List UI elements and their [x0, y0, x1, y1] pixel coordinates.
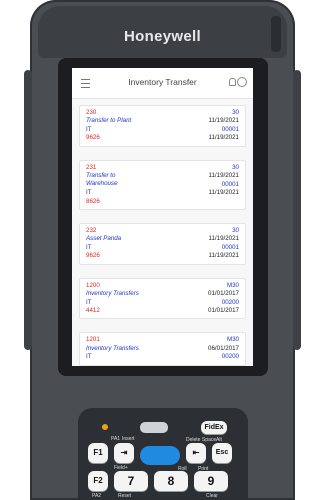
f2-key[interactable]: F2 — [88, 471, 108, 491]
transfer-card[interactable]: 1200 M30 Inventory Transfers 01/01/2017 IT… — [79, 277, 246, 320]
transfer-date-2: 11/19/2021 — [208, 252, 239, 260]
enter-nav-button[interactable] — [140, 446, 180, 465]
transfer-ref: 8626 — [86, 197, 100, 205]
bell-icon[interactable] — [229, 78, 236, 86]
transfer-qty: M30 — [226, 281, 239, 289]
transfer-date-2: 11/19/2021 — [208, 134, 239, 142]
scan-button[interactable] — [140, 422, 168, 433]
brand-logo: Honeywell — [124, 28, 201, 45]
tab-key[interactable]: ⇥ — [114, 443, 134, 463]
hardware-keypad: PA1 Insert FidEx Delete Space Alt F1 ⇥ F… — [78, 408, 248, 500]
transfer-date: 06/01/2017 — [208, 344, 239, 352]
transfer-card[interactable]: 1201 M30 Inventory Transfers 06/01/2017 IT… — [79, 332, 246, 366]
transfer-id: 232 — [86, 227, 97, 235]
transfer-card[interactable]: 230 30 Transfer to Plant 11/19/2021 IT 0000… — [79, 105, 246, 147]
transfer-date-2: 01/01/2017 — [208, 306, 239, 314]
transfer-code: 00001 — [221, 243, 239, 251]
insert-label: Insert — [122, 436, 135, 442]
transfer-card[interactable]: 231 30 Transfer to Warehouse 11/19/2021 00… — [79, 159, 246, 211]
transfer-qty: 30 — [232, 109, 239, 116]
pa1-label: PA1 — [111, 436, 121, 442]
transfer-type: Transfer to Plant — [86, 117, 132, 125]
space-label: Space — [202, 437, 217, 443]
transfer-category: IT — [86, 353, 92, 361]
transfer-category: IT — [86, 189, 92, 197]
app-bar: Inventory Transfer — [72, 68, 253, 99]
transfer-type: Inventory Transfers — [86, 344, 139, 352]
pa2-label: PA2 — [92, 493, 102, 499]
transfer-type: Transfer to Warehouse — [86, 172, 118, 188]
transfer-qty: M30 — [226, 336, 239, 344]
transfer-ref: 9626 — [86, 134, 100, 142]
fidex-key[interactable]: FidEx — [201, 421, 227, 434]
transfer-date: 11/19/2021 — [208, 117, 239, 125]
key-7[interactable]: 7 — [114, 471, 148, 491]
transfer-ref: 9626 — [86, 252, 100, 260]
transfer-date-2: 11/19/2021 — [208, 189, 239, 197]
transfer-code: 00001 — [221, 125, 239, 133]
transfer-code: 00200 — [221, 353, 239, 361]
clear-label: Clear — [206, 493, 218, 499]
app-screen: Inventory Transfer 230 30 Transfer to Pla… — [72, 68, 253, 366]
right-grip — [293, 70, 301, 350]
transfer-code: 00200 — [221, 298, 239, 306]
transfer-code: 00001 — [221, 180, 239, 188]
transfer-id: 1201 — [86, 336, 100, 344]
key-8[interactable]: 8 — [154, 471, 188, 491]
transfer-date: 01/01/2017 — [208, 290, 239, 298]
transfer-list: 230 30 Transfer to Plant 11/19/2021 IT 0000… — [72, 99, 253, 366]
left-grip — [24, 70, 32, 350]
transfer-qty: 30 — [232, 163, 239, 171]
backspace-key[interactable]: ⇤ — [186, 443, 206, 463]
page-title: Inventory Transfer — [128, 77, 197, 87]
transfer-type: Inventory Transfers — [86, 290, 139, 298]
transfer-category: IT — [86, 298, 92, 306]
transfer-id: 230 — [86, 109, 97, 116]
key-9[interactable]: 9 — [194, 471, 228, 491]
transfer-id: 231 — [86, 163, 97, 171]
transfer-type: Asset Panda — [86, 235, 122, 243]
transfer-id: 1200 — [86, 281, 100, 289]
transfer-date: 11/19/2021 — [208, 172, 239, 180]
transfer-card[interactable]: 232 30 Asset Panda 11/19/2021 IT 00001 9626… — [79, 223, 246, 265]
reset-label: Reset — [118, 493, 132, 499]
f1-key[interactable]: F1 — [88, 443, 108, 463]
transfer-qty: 30 — [232, 227, 239, 235]
user-avatar-icon[interactable] — [237, 77, 247, 87]
transfer-category: IT — [86, 243, 92, 251]
scanner-window — [271, 16, 281, 52]
transfer-date: 11/19/2021 — [208, 235, 239, 243]
transfer-category: IT — [86, 125, 92, 133]
esc-key[interactable]: Esc — [212, 443, 232, 463]
transfer-ref: 4412 — [86, 306, 100, 314]
pa1-indicator-icon — [102, 424, 108, 430]
